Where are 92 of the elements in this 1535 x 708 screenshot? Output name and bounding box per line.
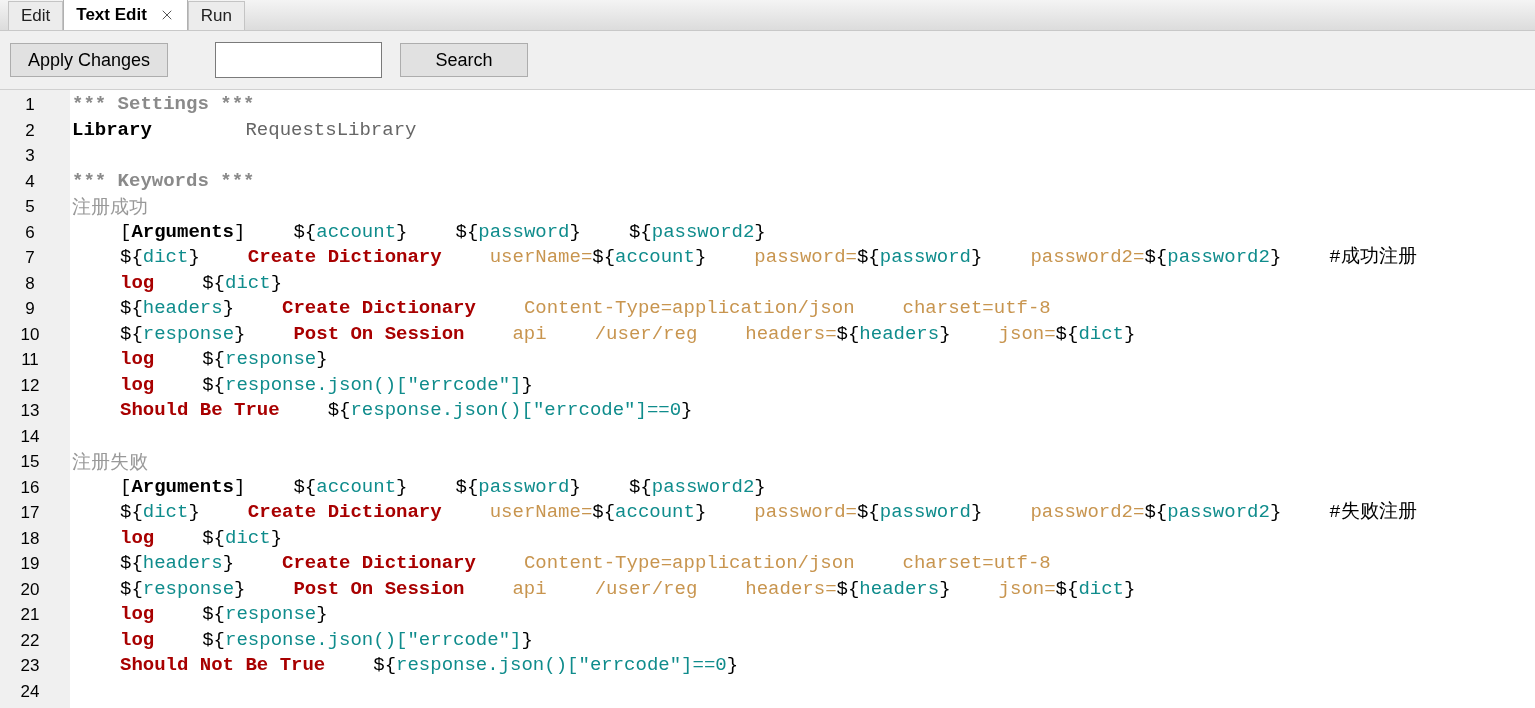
line-number: 16 <box>20 477 40 497</box>
line-number: 17 <box>20 503 40 522</box>
code-token: log <box>120 270 155 296</box>
code-token: [Arguments] <box>120 219 246 245</box>
line-number: 3 <box>25 146 35 165</box>
line-number: 10 <box>20 324 40 344</box>
line-number: 22 <box>20 630 40 650</box>
line-number: 7 <box>25 248 35 267</box>
code-token: charset=utf-8 <box>902 551 1051 576</box>
code-token: ${response} <box>202 347 328 372</box>
code-token: ${dict} <box>202 270 283 296</box>
code-token: password=${password} <box>754 500 983 525</box>
code-token: json=${dict} <box>998 321 1136 347</box>
code-token: Content-Type=application/json <box>523 551 855 576</box>
code-token: log <box>120 347 155 372</box>
line-number: 1 <box>25 95 35 114</box>
code-token: userName=${account} <box>489 500 707 525</box>
code-token: /user/reg <box>594 576 698 602</box>
code-token: /user/reg <box>594 321 698 347</box>
code-token: ${dict} <box>120 500 200 525</box>
line-number: 5 <box>25 197 35 216</box>
line-number: 23 <box>20 656 40 675</box>
code-token: Create Dictionary <box>247 245 442 270</box>
code-token: password2=${password2} <box>1030 500 1282 525</box>
code-token: json=${dict} <box>998 576 1136 602</box>
code-token: ${headers} <box>120 296 235 321</box>
code-token: ${password2} <box>628 219 766 245</box>
line-number: 4 <box>25 171 35 191</box>
code-token: password=${password} <box>754 245 983 270</box>
code-token: Create Dictionary <box>282 296 476 321</box>
code-token: Content-Type=application/json <box>523 296 855 321</box>
line-number: 2 <box>25 120 35 140</box>
line-number: 6 <box>25 222 35 242</box>
apply-changes-button[interactable]: Apply Changes <box>10 43 168 77</box>
code-token: Create Dictionary <box>247 500 442 525</box>
tab[interactable]: Text Edit <box>63 0 188 30</box>
line-number: 19 <box>20 554 40 573</box>
code-token: ${response.json()["errcode"]==0} <box>373 653 739 678</box>
code-token: ${password} <box>455 219 581 245</box>
code-token: Library <box>72 117 152 143</box>
line-number: 21 <box>20 605 40 624</box>
line-number: 11 <box>21 350 39 369</box>
code-token: ${response} <box>202 602 328 627</box>
search-button[interactable]: Search <box>400 43 528 77</box>
code-token: log <box>120 627 155 653</box>
code-token: Should Be True <box>120 398 280 423</box>
code-token: ${password2} <box>628 474 766 500</box>
code-token: #成功注册 <box>1329 245 1417 270</box>
code-token: ${account} <box>293 219 408 245</box>
code-token: ${response.json()["errcode"]} <box>202 627 533 653</box>
code-token: RequestsLibrary <box>244 117 417 143</box>
line-number: 8 <box>25 273 35 293</box>
code-token: charset=utf-8 <box>902 296 1051 321</box>
code-token: userName=${account} <box>489 245 707 270</box>
code-token: ${dict} <box>120 245 200 270</box>
line-number: 13 <box>20 401 40 420</box>
code-token: *** Keywords *** <box>72 168 255 194</box>
tab[interactable]: Edit <box>8 1 64 30</box>
code-token: ${password} <box>455 474 581 500</box>
code-token: ${response.json()["errcode"]==0} <box>327 398 693 423</box>
code-token: 注册失败 <box>72 450 148 474</box>
code-token: Should Not Be True <box>120 653 326 678</box>
line-number: 12 <box>20 375 40 395</box>
code-token: ${dict} <box>202 525 283 551</box>
code-token: log <box>120 602 155 627</box>
code-token: headers=${headers} <box>745 576 951 602</box>
code-token: ${headers} <box>120 551 235 576</box>
tab[interactable]: Run <box>187 1 245 30</box>
search-field[interactable] <box>215 42 382 78</box>
line-number: 14 <box>20 426 40 446</box>
code-token: ${response} <box>120 576 246 602</box>
code-token: Post On Session <box>293 321 465 347</box>
line-number: 24 <box>20 681 40 701</box>
line-number: 18 <box>20 528 40 548</box>
code-token: Create Dictionary <box>282 551 476 576</box>
code-token: log <box>120 372 155 398</box>
line-number: 20 <box>20 579 40 599</box>
code-token: ${response.json()["errcode"]} <box>202 372 533 398</box>
code-token: 注册成功 <box>72 195 148 219</box>
code-token: password2=${password2} <box>1030 245 1282 270</box>
code-token: api <box>512 576 547 602</box>
code-token: api <box>512 321 547 347</box>
line-number: 15 <box>20 452 40 471</box>
code-token: Post On Session <box>293 576 465 602</box>
line-number: 9 <box>25 299 35 318</box>
code-token: ${account} <box>293 474 408 500</box>
code-token: headers=${headers} <box>745 321 951 347</box>
code-token: log <box>120 525 155 551</box>
code-token: ${response} <box>120 321 246 347</box>
code-token: *** Settings *** <box>72 92 255 117</box>
code-token: [Arguments] <box>120 474 246 500</box>
code-token: #失败注册 <box>1329 500 1417 525</box>
